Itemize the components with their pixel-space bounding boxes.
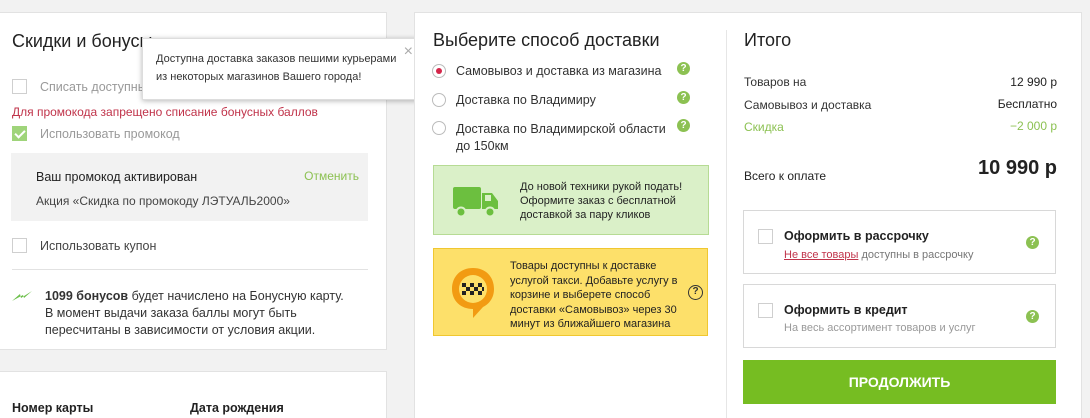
courier-tooltip: Доступна доставка заказов пешими курьера… [142,38,421,100]
card-panel: Номер карты Дата рождения [0,371,387,418]
installment-box[interactable]: Оформить в рассрочку Не все товары досту… [743,210,1056,274]
promo-box-desc: Акция «Скидка по промокоду ЛЭТУАЛЬ2000» [36,194,290,208]
installment-title: Оформить в рассрочку [784,229,929,243]
delivery-truck-icon [453,187,498,218]
discount-label: Скидка [744,120,784,134]
delivery-option-region-label[interactable]: Доставка по Владимирской области до 150к… [456,121,666,155]
promo-error-text: Для промокода запрещено списание бонусны… [12,105,318,119]
goods-value: 12 990 р [1010,75,1057,89]
total-value: 10 990 р [978,157,1057,179]
goods-label: Товаров на [744,75,807,89]
delivery-title: Выберите способ доставки [433,30,660,50]
bonus-text: будет начислено на Бонусную карту. [128,289,344,303]
promo-line: Оформите заказ с бесплатной [520,195,676,207]
total-label: Всего к оплате [744,169,827,183]
tooltip-line-2: из некоторых магазинов Вашего города! [156,71,362,83]
installment-link[interactable]: Не все товары [784,249,858,261]
promo-line: услугой такси. Добавьте услугу в [510,274,678,287]
write-off-label: Списать доступные [40,80,154,94]
use-coupon-label: Использовать купон [40,239,157,253]
promo-line: Товары доступны к доставке [510,260,657,272]
installment-checkbox[interactable] [758,229,773,244]
delivery-option-pickup-label[interactable]: Самовывоз и доставка из магазина [456,64,662,78]
use-coupon-checkbox[interactable] [12,238,27,253]
help-icon[interactable]: ? [677,62,690,75]
lightning-icon [12,291,32,301]
installment-desc: Не все товары доступны в рассрочку [784,249,973,261]
summary-title: Итого [744,30,792,50]
bonus-line-2: В момент выдачи заказа баллы могут быть [45,306,297,320]
use-promo-checkbox[interactable] [12,126,27,141]
tooltip-line-1: Доступна доставка заказов пешими курьера… [156,53,397,65]
discount-value: −2 000 р [1009,119,1057,133]
pickup-value: Бесплатно [997,97,1057,111]
promo-line: минут из ближайшего магазина [510,318,671,330]
column-divider [726,30,727,418]
help-icon[interactable]: ? [1026,310,1039,323]
credit-title: Оформить в кредит [784,303,908,317]
credit-checkbox[interactable] [758,303,773,318]
close-icon[interactable]: × [404,43,413,61]
promo-line: доставкой за пару кликов [520,209,651,221]
continue-button[interactable]: ПРОДОЛЖИТЬ [743,360,1056,404]
promo-box-title: Ваш промокод активирован [36,170,198,184]
pickup-label: Самовывоз и доставка [744,98,872,112]
bonus-line-3: пересчитаны в зависимости от условия акц… [45,323,316,337]
region-line-2: до 150км [456,139,509,153]
taxi-icon [452,268,494,318]
promo-cancel-link[interactable]: Отменить [304,169,359,183]
credit-box[interactable]: Оформить в кредит На весь ассортимент то… [743,284,1056,348]
bonus-info: 1099 бонусов будет начислено на Бонусную… [45,288,365,339]
promo-line: До новой техники рукой подать! [520,181,683,193]
region-line-1: Доставка по Владимирской области [456,122,666,136]
taxi-help-icon[interactable]: ? [688,285,703,300]
write-off-checkbox[interactable] [12,79,27,94]
delivery-option-pickup-radio[interactable] [432,64,446,78]
promo-line: корзине и выберете способ [510,289,651,301]
installment-rest: доступны в рассрочку [858,249,974,261]
bonus-amount: 1099 бонусов [45,289,129,303]
help-icon[interactable]: ? [677,119,690,132]
promo-line: доставки «Самовывоз» через 30 [510,303,677,316]
birth-date-label: Дата рождения [190,401,284,415]
help-icon[interactable]: ? [1026,236,1039,249]
help-icon[interactable]: ? [677,91,690,104]
delivery-option-city-radio[interactable] [432,93,446,107]
taxi-text: Товары доступны к доставке услугой такси… [510,259,677,332]
free-delivery-text: До новой техники рукой подать! Оформите … [520,180,682,222]
delivery-option-city-label[interactable]: Доставка по Владимиру [456,93,596,107]
credit-desc: На весь ассортимент товаров и услуг [784,322,976,334]
divider [12,269,368,270]
taxi-delivery-banner: Товары доступны к доставке услугой такси… [433,248,708,336]
delivery-option-region-radio[interactable] [432,121,446,135]
discounts-title: Скидки и бонусы [12,31,153,51]
free-delivery-banner: До новой техники рукой подать! Оформите … [433,165,709,235]
card-number-label: Номер карты [12,401,94,415]
use-promo-label: Использовать промокод [40,127,180,141]
promo-box: Ваш промокод активирован Отменить Акция … [11,153,368,221]
